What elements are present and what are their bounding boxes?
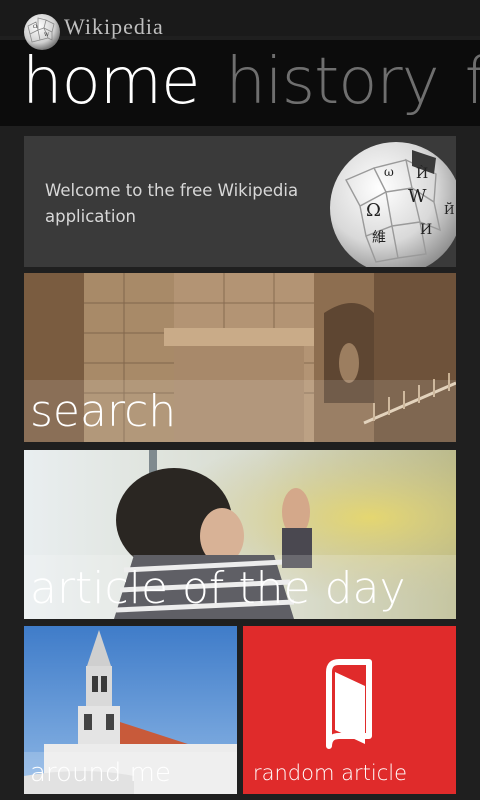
welcome-tile[interactable]: Welcome to the free Wikipedia applicatio… bbox=[24, 136, 456, 267]
article-of-the-day-tile[interactable]: article of the day bbox=[24, 450, 456, 619]
pivot-tabs: home history favorites bbox=[22, 42, 480, 122]
article-of-the-day-label: article of the day bbox=[30, 563, 406, 614]
pivot-header: home history favorites bbox=[0, 40, 480, 126]
wikipedia-globe-icon: Ω W bbox=[24, 14, 60, 50]
random-article-tile[interactable]: random article bbox=[243, 626, 456, 794]
svg-text:ω: ω bbox=[384, 165, 394, 179]
svg-text:Ѝ: Ѝ bbox=[416, 164, 428, 182]
around-me-label: around me bbox=[30, 758, 172, 788]
search-label: search bbox=[30, 386, 177, 437]
wikipedia-globe-icon: Ω W Ѝ ω 維 И Й bbox=[330, 142, 456, 267]
svg-text:И: И bbox=[420, 222, 432, 238]
app-brand: Ω W Wikipedia bbox=[22, 12, 164, 52]
app-window: home history favorites Ω W Wikipedia Wel… bbox=[0, 0, 480, 800]
search-tile[interactable]: search bbox=[24, 273, 456, 442]
svg-text:W: W bbox=[44, 32, 50, 38]
around-me-tile[interactable]: around me bbox=[24, 626, 237, 794]
brand-title: Wikipedia bbox=[64, 14, 164, 39]
svg-text:W: W bbox=[408, 186, 427, 207]
tab-favorites[interactable]: favorites bbox=[465, 42, 480, 122]
svg-text:Й: Й bbox=[444, 201, 454, 217]
svg-text:維: 維 bbox=[372, 230, 386, 246]
book-icon bbox=[326, 659, 372, 749]
welcome-text: Welcome to the free Wikipedia applicatio… bbox=[45, 181, 299, 226]
random-article-label: random article bbox=[253, 761, 407, 785]
tab-home[interactable]: home bbox=[22, 42, 200, 122]
svg-text:Ω: Ω bbox=[33, 24, 37, 30]
svg-text:Ω: Ω bbox=[366, 200, 381, 221]
tab-history[interactable]: history bbox=[225, 42, 439, 122]
